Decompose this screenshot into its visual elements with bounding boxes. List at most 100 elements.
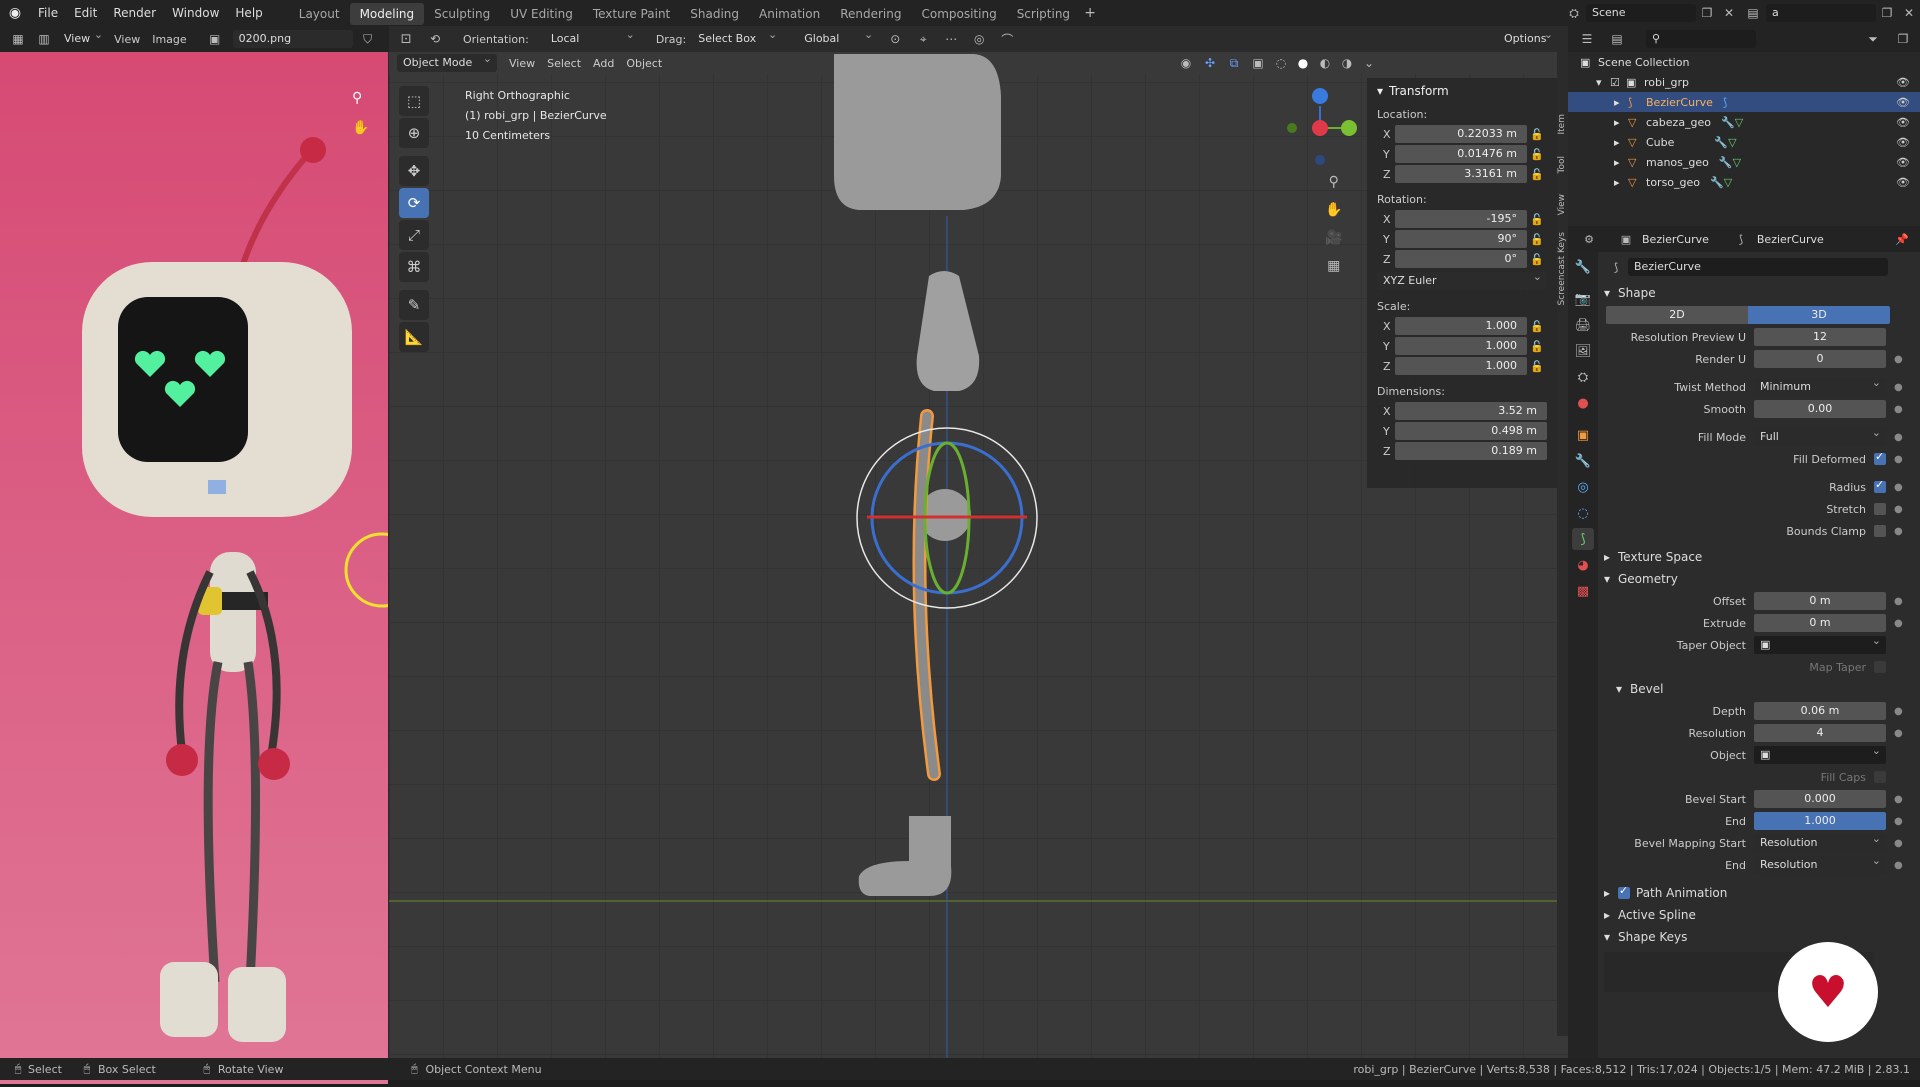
tab-layout[interactable]: Layout xyxy=(289,3,350,25)
menu-file[interactable]: File xyxy=(30,0,66,26)
path-animation-checkbox[interactable] xyxy=(1618,884,1630,899)
scene-icon[interactable]: ⛭ xyxy=(1562,6,1586,21)
remove-scene-icon[interactable]: ✕ xyxy=(1718,6,1740,20)
dimensions-x-field[interactable]: 3.52 m xyxy=(1395,402,1547,420)
measure-tool[interactable]: 📐 xyxy=(399,322,429,352)
2d-button[interactable]: 2D xyxy=(1606,306,1748,324)
lock-icon[interactable]: 🔓 xyxy=(1527,213,1547,226)
tab-texture-paint[interactable]: Texture Paint xyxy=(583,3,680,25)
stretch-checkbox[interactable] xyxy=(1874,503,1886,515)
cursor-tool[interactable]: ⊕ xyxy=(399,118,429,148)
tab-sculpting[interactable]: Sculpting xyxy=(424,3,500,25)
menu-window[interactable]: Window xyxy=(164,0,227,26)
zoom-icon[interactable]: ⚲ xyxy=(1325,174,1342,190)
fill-caps-checkbox[interactable] xyxy=(1874,771,1886,783)
render-tab-icon[interactable]: 📷 xyxy=(1572,288,1594,310)
tab-tool[interactable]: Tool xyxy=(1557,156,1568,173)
scale-z-field[interactable]: 1.000 xyxy=(1395,357,1527,375)
extrude-field[interactable]: 0 m xyxy=(1754,614,1886,632)
image-name-field[interactable]: 0200.png xyxy=(232,30,353,48)
rotation-z-field[interactable]: 0° xyxy=(1395,250,1527,268)
tab-compositing[interactable]: Compositing xyxy=(911,3,1006,25)
new-collection-icon[interactable]: ❐ xyxy=(1892,32,1914,46)
add-workspace-icon[interactable]: + xyxy=(1080,5,1100,21)
pin-icon[interactable]: 📌 xyxy=(1892,233,1912,246)
zoom-icon[interactable]: ⚲ xyxy=(352,90,362,106)
texture-space-section-header[interactable]: ▸ Texture Space xyxy=(1604,546,1914,568)
tool-tab-icon[interactable]: 🔧 xyxy=(1572,256,1594,278)
bevel-section-header[interactable]: ▾ Bevel xyxy=(1604,678,1914,700)
menu-help[interactable]: Help xyxy=(227,0,270,26)
outliner-item-beziercurve[interactable]: ▸ ⟆ BezierCurve ⟆ 👁 xyxy=(1568,92,1920,112)
bevel-start-field[interactable]: 0.000 xyxy=(1754,790,1886,808)
shape-section-header[interactable]: ▾ Shape xyxy=(1604,282,1914,304)
bevel-mapping-end-dropdown[interactable]: Resolution xyxy=(1754,852,1886,874)
new-viewlayer-icon[interactable]: ❐ xyxy=(1876,6,1898,20)
scale-x-field[interactable]: 1.000 xyxy=(1395,317,1527,335)
tab-view[interactable]: View xyxy=(1557,194,1568,215)
editor-type-icon[interactable]: ▦ xyxy=(6,32,30,46)
tab-screencast-keys[interactable]: Screencast Keys xyxy=(1557,232,1568,306)
location-z-field[interactable]: 3.3161 m xyxy=(1395,165,1527,183)
active-spline-section-header[interactable]: ▸ Active Spline xyxy=(1604,904,1914,926)
path-animation-section-header[interactable]: ▸Path Animation xyxy=(1604,882,1914,904)
editor-type-icon[interactable]: ☰ xyxy=(1576,32,1598,46)
outliner-item-robi-grp[interactable]: ▾ ☑ ▣ robi_grp 👁 xyxy=(1568,72,1920,92)
view-type-icon[interactable]: ▥ xyxy=(36,32,52,46)
viewlayer-field[interactable]: a xyxy=(1766,4,1876,22)
location-y-field[interactable]: 0.01476 m xyxy=(1395,145,1527,163)
move-tool[interactable]: ✥ xyxy=(399,156,429,186)
bevel-end-field[interactable]: 1.000 xyxy=(1754,812,1886,830)
map-taper-checkbox[interactable] xyxy=(1874,661,1886,673)
camera-icon[interactable]: 🎥 xyxy=(1325,230,1342,246)
eye-icon[interactable]: 👁 xyxy=(1896,76,1910,89)
blender-logo-icon[interactable]: ◉ xyxy=(0,5,30,21)
tab-modeling[interactable]: Modeling xyxy=(349,3,425,25)
eye-icon[interactable]: 👁 xyxy=(1896,96,1910,109)
pan-hand-icon[interactable]: ✋ xyxy=(1325,202,1342,218)
lock-icon[interactable]: 🔓 xyxy=(1527,168,1547,181)
object-tab-icon[interactable]: ▣ xyxy=(1572,424,1594,446)
dimensions-y-field[interactable]: 0.498 m xyxy=(1395,422,1547,440)
physics-tab-icon[interactable]: ◌ xyxy=(1572,502,1594,524)
editor-type-icon[interactable]: ⚙ xyxy=(1578,233,1600,246)
image-browse-icon[interactable]: ▣ xyxy=(203,32,227,46)
lock-icon[interactable]: 🔓 xyxy=(1527,320,1547,333)
location-x-field[interactable]: 0.22033 m xyxy=(1395,125,1527,143)
outliner-item-cabeza-geo[interactable]: ▸ ▽ cabeza_geo 🔧 ▽ 👁 xyxy=(1568,112,1920,132)
bevel-resolution-field[interactable]: 4 xyxy=(1754,724,1886,742)
radius-checkbox[interactable] xyxy=(1874,478,1886,493)
modifier-tab-icon[interactable]: 🔧 xyxy=(1572,450,1594,472)
view-dropdown[interactable]: View xyxy=(58,26,108,48)
remove-viewlayer-icon[interactable]: ✕ xyxy=(1898,6,1920,20)
ortho-grid-icon[interactable]: ▦ xyxy=(1325,258,1342,274)
tab-item[interactable]: Item xyxy=(1557,114,1568,135)
texture-tab-icon[interactable]: ▩ xyxy=(1572,580,1594,602)
fake-user-icon[interactable]: ⛉ xyxy=(359,32,377,47)
tab-uv-editing[interactable]: UV Editing xyxy=(500,3,583,25)
outliner-item-cube[interactable]: ▸ ▽ Cube 🔧 ▽ 👁 xyxy=(1568,132,1920,152)
3d-button[interactable]: 3D xyxy=(1748,306,1890,324)
scene-field[interactable]: Scene xyxy=(1586,4,1696,22)
outliner-item-torso-geo[interactable]: ▸ ▽ torso_geo 🔧 ▽ 👁 xyxy=(1568,172,1920,192)
transform-tool[interactable]: ⌘ xyxy=(399,252,429,282)
annotate-tool[interactable]: ✎ xyxy=(399,290,429,320)
dimensions-z-field[interactable]: 0.189 m xyxy=(1395,442,1547,460)
tab-animation[interactable]: Animation xyxy=(749,3,830,25)
smooth-field[interactable]: 0.00 xyxy=(1754,400,1886,418)
new-scene-icon[interactable]: ❐ xyxy=(1696,6,1718,20)
tab-shading[interactable]: Shading xyxy=(680,3,749,25)
tab-scripting[interactable]: Scripting xyxy=(1007,3,1080,25)
menu-edit[interactable]: Edit xyxy=(66,0,105,26)
outliner-scene-collection[interactable]: ▣ Scene Collection xyxy=(1568,52,1920,72)
lock-icon[interactable]: 🔓 xyxy=(1527,340,1547,353)
3d-viewport[interactable]: ⚀ ⟲ Orientation: Local Drag: Select Box … xyxy=(389,26,1568,1058)
geometry-section-header[interactable]: ▾ Geometry xyxy=(1604,568,1914,590)
scale-y-field[interactable]: 1.000 xyxy=(1395,337,1527,355)
render-u-field[interactable]: 0 xyxy=(1754,350,1886,368)
checkbox-icon[interactable]: ☑ xyxy=(1610,76,1626,89)
lock-icon[interactable]: 🔓 xyxy=(1527,128,1547,141)
tab-rendering[interactable]: Rendering xyxy=(830,3,911,25)
shape-keys-section-header[interactable]: ▾ Shape Keys xyxy=(1604,926,1914,948)
eye-icon[interactable]: 👁 xyxy=(1896,156,1910,169)
